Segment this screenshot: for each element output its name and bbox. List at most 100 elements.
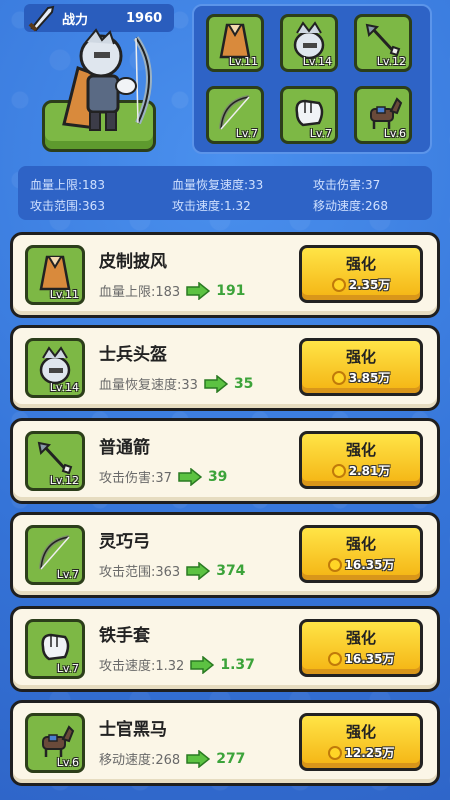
sword-icon [28, 5, 55, 32]
item-stat-row: 攻击速度:1.32 1.37 [99, 655, 255, 674]
slot-horse[interactable]: Lv.6 [354, 86, 412, 144]
item-name: 普通箭 [99, 438, 150, 458]
item-next-value: 191 [216, 282, 246, 299]
upgrade-cost: 2.81万 [348, 464, 391, 478]
item-level: Lv.6 [56, 756, 79, 769]
upgrade-button[interactable]: 强化 3.85万 [299, 338, 423, 396]
item-level: Lv.14 [49, 381, 79, 394]
upgrade-cost: 2.35万 [348, 278, 391, 292]
item-name: 士官黑马 [99, 720, 167, 740]
bow-icon [39, 535, 70, 570]
helmet-icon [39, 346, 71, 385]
item-stat-row: 攻击伤害:37 39 [99, 467, 227, 486]
stat-hp-regen: 血量恢复速度:33 [172, 178, 264, 192]
horse-icon [42, 725, 75, 757]
arrow-right-icon [204, 374, 228, 393]
item-icon-frame: Lv.12 [25, 431, 85, 491]
slot-gloves[interactable]: Lv.7 [280, 86, 338, 144]
item-card-helmet: Lv.14 士兵头盔 血量恢复速度:33 35 强化 3.85万 [10, 325, 440, 411]
upgrade-label: 强化 [345, 723, 376, 741]
stats-panel: 血量上限:183 血量恢复速度:33 攻击伤害:37 攻击范围:363 攻击速度… [18, 166, 432, 220]
item-stat-row: 血量上限:183 191 [99, 281, 245, 300]
item-current-stat: 攻击范围:363 [99, 565, 181, 580]
stat-attack-damage: 攻击伤害:37 [313, 178, 381, 192]
upgrade-label: 强化 [345, 441, 376, 459]
gold-coin-icon [327, 745, 342, 760]
slot-helmet[interactable]: Lv.14 [280, 14, 338, 72]
gold-coin-icon [331, 463, 346, 478]
stat-hp-max: 血量上限:183 [30, 178, 105, 192]
upgrade-button[interactable]: 强化 16.35万 [299, 619, 423, 677]
upgrade-cost: 12.25万 [344, 746, 395, 760]
item-level: Lv.12 [49, 474, 79, 487]
upgrade-button[interactable]: 强化 2.35万 [299, 245, 423, 303]
item-level: Lv.7 [56, 568, 79, 581]
equipment-panel: Lv.11 Lv.14 Lv.12 Lv.7 Lv.7 Lv.6 [192, 4, 432, 154]
upgrade-button[interactable]: 强化 2.81万 [299, 431, 423, 489]
arrow-right-icon [186, 749, 211, 768]
stat-attack-range: 攻击范围:363 [30, 199, 105, 213]
slot-level: Lv.6 [383, 127, 406, 140]
item-level: Lv.11 [49, 288, 79, 301]
item-card-cloak: Lv.11 皮制披风 血量上限:183 191 强化 2.35万 [10, 232, 440, 318]
item-icon-frame: Lv.6 [25, 713, 85, 773]
stat-move-speed: 移动速度:268 [313, 199, 388, 213]
slot-level: Lv.7 [235, 127, 258, 140]
upgrade-button[interactable]: 强化 12.25万 [299, 713, 423, 771]
gold-coin-icon [331, 277, 346, 292]
upgrade-label: 强化 [345, 535, 376, 553]
item-card-gloves: Lv.7 铁手套 攻击速度:1.32 1.37 强化 16.35万 [10, 606, 440, 692]
item-icon-frame: Lv.7 [25, 525, 85, 585]
item-name: 灵巧弓 [99, 532, 150, 552]
upgrade-label: 强化 [345, 255, 376, 273]
item-name: 皮制披风 [99, 252, 167, 272]
item-next-value: 374 [216, 562, 246, 579]
combat-power-label: 战力 [62, 12, 89, 28]
arrow-icon [37, 441, 73, 475]
item-next-value: 1.37 [220, 656, 255, 673]
item-card-arrow: Lv.12 普通箭 攻击伤害:37 39 强化 2.81万 [10, 418, 440, 504]
item-name: 士兵头盔 [99, 345, 167, 365]
gold-coin-icon [331, 370, 346, 385]
upgrade-label: 强化 [345, 348, 376, 366]
upgrade-cost: 16.35万 [344, 652, 395, 666]
item-current-stat: 攻击速度:1.32 [99, 659, 185, 674]
item-stat-row: 移动速度:268 277 [99, 749, 245, 768]
arrow-right-icon [186, 561, 211, 580]
slot-level: Lv.11 [228, 55, 258, 68]
upgrade-cost: 3.85万 [348, 371, 391, 385]
arrow-right-icon [178, 467, 202, 486]
item-card-horse: Lv.6 士官黑马 移动速度:268 277 强化 12.25万 [10, 700, 440, 786]
slot-arrow[interactable]: Lv.12 [354, 14, 412, 72]
combat-power-value: 1960 [126, 10, 163, 26]
item-icon-frame: Lv.7 [25, 619, 85, 679]
item-current-stat: 血量上限:183 [99, 285, 181, 300]
gold-coin-icon [327, 557, 342, 572]
item-next-value: 35 [233, 375, 254, 392]
item-stat-row: 血量恢复速度:33 35 [99, 374, 253, 393]
slot-cloak[interactable]: Lv.11 [206, 14, 264, 72]
slot-level: Lv.7 [309, 127, 332, 140]
item-current-stat: 血量恢复速度:33 [99, 378, 198, 393]
item-next-value: 277 [216, 750, 246, 767]
upgrade-label: 强化 [345, 629, 376, 647]
arrow-right-icon [190, 655, 215, 674]
slot-level: Lv.12 [376, 55, 406, 68]
hero-character[interactable] [56, 28, 166, 140]
item-next-value: 39 [207, 468, 228, 485]
upgrade-cost: 16.35万 [344, 558, 395, 572]
item-current-stat: 攻击伤害:37 [99, 471, 172, 486]
item-icon-frame: Lv.14 [25, 338, 85, 398]
slot-level: Lv.14 [302, 55, 332, 68]
item-stat-row: 攻击范围:363 374 [99, 561, 245, 580]
upgrade-button[interactable]: 强化 16.35万 [299, 525, 423, 583]
slot-bow[interactable]: Lv.7 [206, 86, 264, 144]
cloak-icon [39, 255, 71, 291]
item-icon-frame: Lv.11 [25, 245, 85, 305]
gold-coin-icon [327, 651, 342, 666]
item-level: Lv.7 [56, 662, 79, 675]
item-card-bow: Lv.7 灵巧弓 攻击范围:363 374 强化 16.35万 [10, 512, 440, 598]
gloves-icon [41, 633, 70, 661]
item-name: 铁手套 [99, 626, 150, 646]
stat-attack-speed: 攻击速度:1.32 [172, 199, 251, 213]
